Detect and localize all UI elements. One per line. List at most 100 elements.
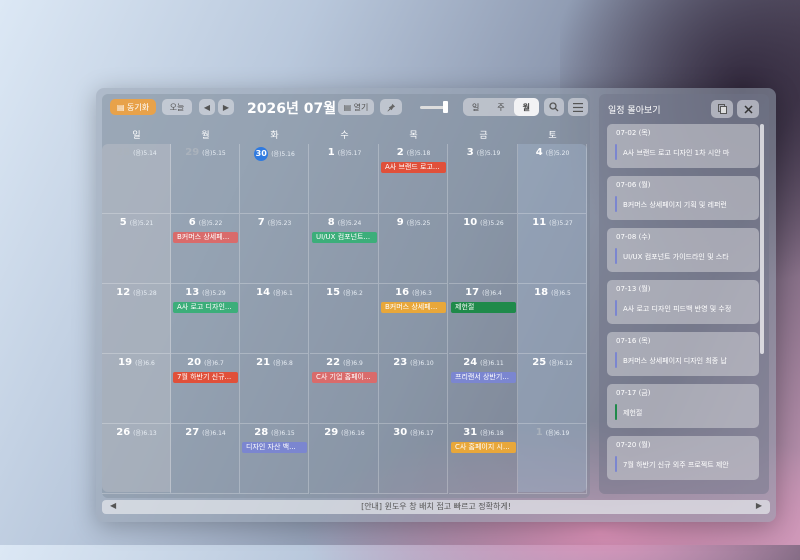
weekday-mon: 월 xyxy=(201,131,210,141)
day-number: 8 (음)5.24 xyxy=(310,217,379,228)
view-switcher: 일 주 월 xyxy=(463,98,539,116)
schedule-card[interactable]: 07-17 (금) 제헌절 xyxy=(607,384,759,428)
day-cell[interactable]: 9 (음)5.25 xyxy=(379,214,448,284)
lunar-date: (음)6.17 xyxy=(410,430,434,437)
lunar-date: (음)6.14 xyxy=(202,430,226,437)
day-cell[interactable]: 24 (음)6.11 xyxy=(449,354,518,424)
day-cell[interactable]: 28 (음)5.14 xyxy=(102,144,171,214)
event-chip[interactable]: C사 홈페이지 시... xyxy=(451,442,516,453)
day-number: 30 (음)6.17 xyxy=(379,427,448,438)
view-week-tab[interactable]: 주 xyxy=(488,98,513,116)
day-cell[interactable]: 20 (음)6.7 xyxy=(171,354,240,424)
day-number: 3 (음)5.19 xyxy=(449,147,518,158)
day-cell[interactable]: 25 (음)6.12 xyxy=(518,354,587,424)
next-month-button[interactable]: ▶ xyxy=(218,99,234,115)
prev-month-button[interactable]: ◀ xyxy=(199,99,215,115)
day-number: 13 (음)5.29 xyxy=(171,287,240,298)
schedule-card[interactable]: 07-02 (목) A사 브랜드 로고 디자인 1차 시안 마 xyxy=(607,124,759,168)
weekday-thu: 목 xyxy=(409,131,418,141)
day-cell[interactable]: 15 (음)6.2 xyxy=(310,284,379,354)
day-cell[interactable]: 22 (음)6.9 xyxy=(310,354,379,424)
menu-icon[interactable] xyxy=(568,98,588,116)
day-number: 31 (음)6.18 xyxy=(449,427,518,438)
notice-next-button[interactable]: ▶ xyxy=(756,501,762,510)
day-cell[interactable]: 8 (음)5.24 xyxy=(310,214,379,284)
lunar-date: (음)5.27 xyxy=(549,220,573,227)
schedule-date: 07-16 (목) xyxy=(616,337,651,345)
day-cell[interactable]: 29 (음)6.16 xyxy=(310,424,379,494)
event-chip[interactable]: A사 브랜드 로고... xyxy=(381,162,446,173)
day-number-text: 24 xyxy=(463,357,478,368)
schedule-card[interactable]: 07-08 (수) UI/UX 컴포넌트 가이드라인 및 스타 xyxy=(607,228,759,272)
sync-button[interactable]: ▤ 동기화 xyxy=(110,99,156,115)
day-number: 9 (음)5.25 xyxy=(379,217,448,228)
schedule-color-bar xyxy=(615,352,617,368)
day-cell[interactable]: 10 (음)5.26 xyxy=(449,214,518,284)
day-cell[interactable]: 6 (음)5.22 xyxy=(171,214,240,284)
close-icon[interactable] xyxy=(737,100,759,118)
pin-icon[interactable] xyxy=(380,99,402,115)
schedule-card[interactable]: 07-13 (월) A사 로고 디자인 피드백 반영 및 수정 xyxy=(607,280,759,324)
event-chip[interactable]: 디자인 자산 백... xyxy=(242,442,307,453)
day-cell[interactable]: 27 (음)6.14 xyxy=(171,424,240,494)
event-chip[interactable]: 7월 하반기 신규... xyxy=(173,372,238,383)
day-cell[interactable]: 17 (음)6.4 xyxy=(449,284,518,354)
day-cell[interactable]: 4 (음)5.20 xyxy=(518,144,587,214)
day-cell[interactable]: 23 (음)6.10 xyxy=(379,354,448,424)
day-cell[interactable]: 12 (음)5.28 xyxy=(102,284,171,354)
schedule-date: 07-17 (금) xyxy=(616,389,651,397)
day-cell[interactable]: 3 (음)5.19 xyxy=(449,144,518,214)
sidebar-scrollbar[interactable] xyxy=(760,124,764,354)
day-number-text: 23 xyxy=(393,357,408,368)
day-number: 1 (음)5.17 xyxy=(310,147,379,158)
day-cell[interactable]: 31 (음)6.18 xyxy=(449,424,518,494)
event-chip[interactable]: C사 기업 홈페이... xyxy=(312,372,377,383)
search-icon[interactable] xyxy=(544,98,564,116)
schedule-color-bar xyxy=(615,404,617,420)
day-number-text: 1 xyxy=(535,427,543,438)
event-chip[interactable]: A사 로고 디자인... xyxy=(173,302,238,313)
day-cell[interactable]: 30 (음)6.17 xyxy=(379,424,448,494)
open-button[interactable]: ▤ 열기 xyxy=(338,99,374,115)
day-cell[interactable]: 1 (음)5.17 xyxy=(310,144,379,214)
day-number-text: 15 xyxy=(326,287,341,298)
view-day-tab[interactable]: 일 xyxy=(463,98,488,116)
lunar-date: (음)6.19 xyxy=(545,430,570,437)
day-number-text: 20 xyxy=(187,357,202,368)
day-cell[interactable]: 21 (음)6.8 xyxy=(240,354,309,424)
day-cell[interactable]: 19 (음)6.6 xyxy=(102,354,171,424)
day-cell[interactable]: 29 (음)5.15 xyxy=(171,144,240,214)
slider-handle[interactable] xyxy=(443,101,448,113)
schedule-card[interactable]: 07-20 (월) 7월 하반기 신규 외주 프로젝트 제안 xyxy=(607,436,759,480)
day-cell[interactable]: 26 (음)6.13 xyxy=(102,424,171,494)
today-button[interactable]: 오늘 xyxy=(162,99,192,115)
calendar-window: ▤ 동기화 오늘 ◀ ▶ 2026년 07월 ▤ 열기 일 주 월 일 월 화 … xyxy=(96,88,776,522)
schedule-color-bar xyxy=(615,196,617,212)
schedule-card[interactable]: 07-06 (월) B커머스 상세페이지 기획 및 레퍼런 xyxy=(607,176,759,220)
schedule-card[interactable]: 07-16 (목) B커머스 상세페이지 디자인 최종 납 xyxy=(607,332,759,376)
day-cell[interactable]: 28 (음)6.15 xyxy=(240,424,309,494)
day-cell[interactable]: 1 (음)6.19 xyxy=(518,424,587,494)
day-cell[interactable]: 18 (음)6.5 xyxy=(518,284,587,354)
event-chip[interactable]: B커머스 상세페... xyxy=(173,232,238,243)
day-cell[interactable]: 13 (음)5.29 xyxy=(171,284,240,354)
day-cell[interactable]: 7 (음)5.23 xyxy=(240,214,309,284)
day-cell[interactable]: 30 (음)5.16 xyxy=(240,144,309,214)
lunar-date: (음)6.2 xyxy=(343,290,363,297)
view-month-tab[interactable]: 월 xyxy=(513,98,539,116)
opacity-slider[interactable] xyxy=(420,101,448,113)
event-chip[interactable]: B커머스 상세페... xyxy=(381,302,446,313)
event-chip[interactable]: 프리랜서 상반기... xyxy=(451,372,516,383)
day-cell[interactable]: 5 (음)5.21 xyxy=(102,214,171,284)
schedule-date: 07-02 (목) xyxy=(616,129,651,137)
schedule-color-bar xyxy=(615,144,617,160)
event-chip[interactable]: UI/UX 컴포넌트... xyxy=(312,232,377,243)
day-cell[interactable]: 2 (음)5.18 xyxy=(379,144,448,214)
day-cell[interactable]: 11 (음)5.27 xyxy=(518,214,587,284)
day-cell[interactable]: 14 (음)6.1 xyxy=(240,284,309,354)
copy-icon[interactable] xyxy=(711,100,733,118)
day-cell[interactable]: 16 (음)6.3 xyxy=(379,284,448,354)
day-number-text: 11 xyxy=(532,217,547,228)
event-chip[interactable]: 제헌절 xyxy=(451,302,516,313)
day-number: 14 (음)6.1 xyxy=(240,287,309,298)
